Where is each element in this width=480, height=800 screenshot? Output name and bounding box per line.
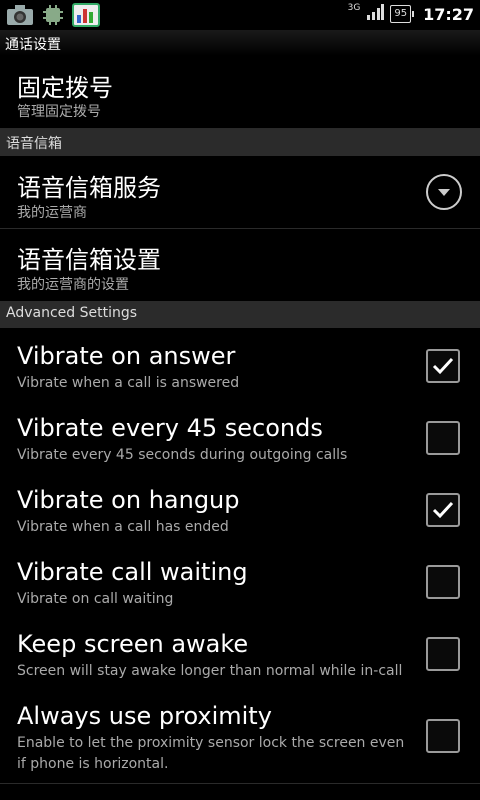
checkmark-icon	[432, 357, 454, 375]
setting-summary-line1: Enable to let the proximity sensor lock …	[17, 735, 405, 751]
fixed-dialing-item[interactable]: 固定拨号 管理固定拨号	[0, 56, 480, 129]
signal-icon	[366, 4, 385, 24]
voicemail-section-header: 语音信箱	[0, 129, 480, 156]
setting-summary: Vibrate every 45 seconds during outgoing…	[17, 447, 348, 463]
voicemail-header-label: 语音信箱	[6, 136, 62, 152]
vibrate-on-hangup-checkbox[interactable]	[426, 493, 460, 527]
setting-summary: Vibrate when a call has ended	[17, 519, 229, 535]
clock: 17:27	[423, 4, 474, 24]
setting-vibrate-every-45-seconds[interactable]: Vibrate every 45 seconds Vibrate every 4…	[0, 401, 480, 474]
advanced-header-label: Advanced Settings	[6, 305, 138, 321]
voicemail-service-summary: 我的运营商	[17, 205, 87, 221]
setting-summary: Vibrate when a call is answered	[17, 375, 240, 391]
setting-vibrate-call-waiting[interactable]: Vibrate call waiting Vibrate on call wai…	[0, 545, 480, 618]
status-bar: 3G 95 17:27	[0, 0, 480, 30]
vibrate-every-45-checkbox[interactable]	[426, 421, 460, 455]
page-title: 通话设置	[5, 37, 61, 53]
battery-icon: 95	[390, 5, 414, 23]
camera-icon	[6, 3, 34, 27]
setting-title: Vibrate on hangup	[17, 486, 240, 514]
voicemail-service-title: 语音信箱服务	[17, 174, 161, 202]
setting-keep-screen-awake[interactable]: Keep screen awake Screen will stay awake…	[0, 617, 480, 690]
checkmark-icon	[432, 501, 454, 519]
setting-title: Vibrate every 45 seconds	[17, 414, 323, 442]
chart-app-icon	[72, 3, 100, 27]
fixed-dialing-title: 固定拨号	[17, 74, 113, 102]
setting-summary: Screen will stay awake longer than norma…	[17, 663, 403, 679]
setting-vibrate-on-hangup[interactable]: Vibrate on hangup Vibrate when a call ha…	[0, 473, 480, 546]
android-debug-icon	[42, 3, 64, 27]
vibrate-on-answer-checkbox[interactable]	[426, 349, 460, 383]
setting-summary: Vibrate on call waiting	[17, 591, 174, 607]
setting-always-use-proximity[interactable]: Always use proximity Enable to let the p…	[0, 689, 480, 784]
notification-icons	[6, 3, 100, 27]
voicemail-settings-summary: 我的运营商的设置	[17, 277, 129, 293]
vibrate-call-waiting-checkbox[interactable]	[426, 565, 460, 599]
setting-title: Always use proximity	[17, 702, 272, 730]
voicemail-service-item[interactable]: 语音信箱服务 我的运营商	[0, 156, 480, 229]
voicemail-settings-item[interactable]: 语音信箱设置 我的运营商的设置	[0, 229, 480, 302]
keep-screen-awake-checkbox[interactable]	[426, 637, 460, 671]
always-use-proximity-checkbox[interactable]	[426, 719, 460, 753]
setting-title: Keep screen awake	[17, 630, 249, 658]
setting-title: Vibrate on answer	[17, 342, 236, 370]
network-type: 3G	[347, 3, 361, 13]
fixed-dialing-summary: 管理固定拨号	[17, 104, 101, 120]
setting-vibrate-on-answer[interactable]: Vibrate on answer Vibrate when a call is…	[0, 329, 480, 402]
voicemail-settings-title: 语音信箱设置	[17, 246, 161, 274]
setting-title: Vibrate call waiting	[17, 558, 248, 586]
advanced-settings-header: Advanced Settings	[0, 301, 480, 328]
dropdown-arrow-icon[interactable]	[426, 174, 462, 210]
setting-summary-line2: if phone is horizontal.	[17, 756, 169, 772]
title-bar: 通话设置	[0, 30, 480, 56]
